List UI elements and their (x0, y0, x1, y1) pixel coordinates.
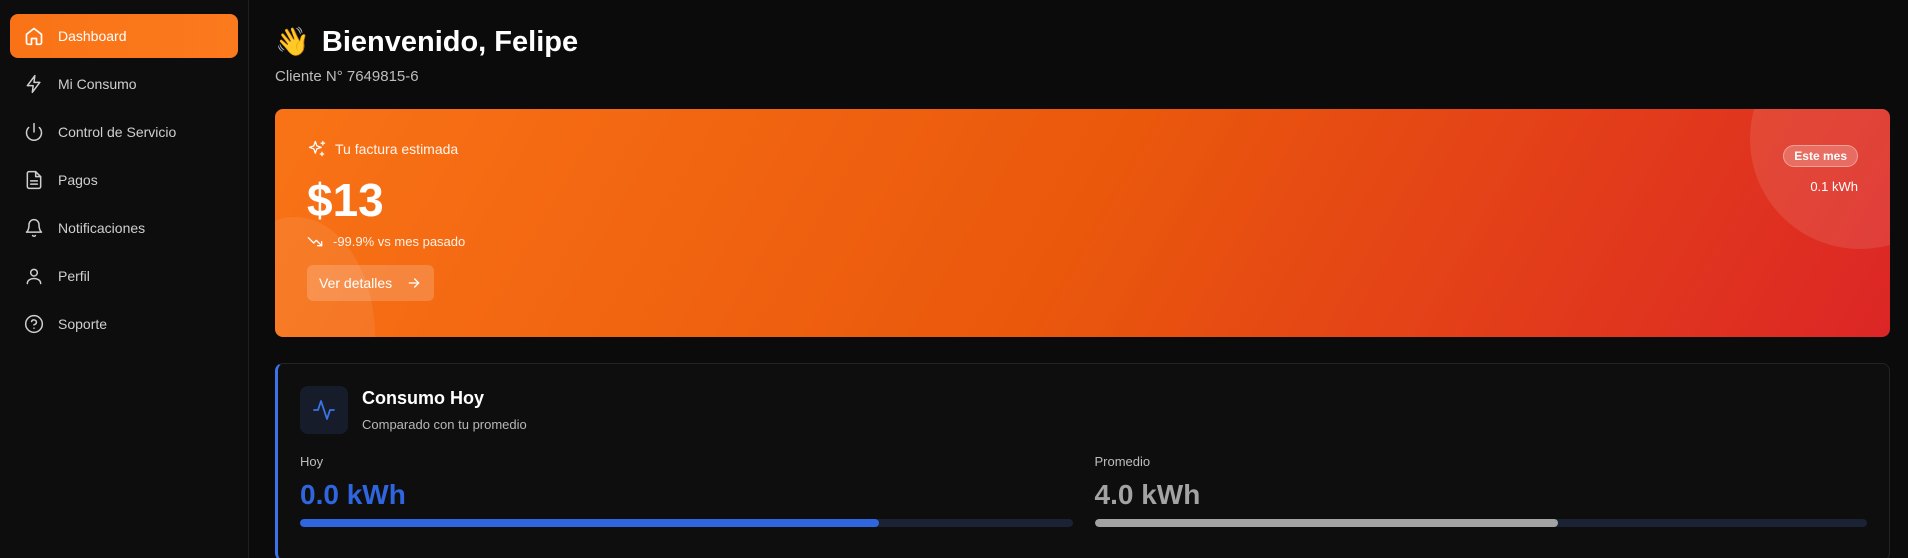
sidebar-item-label: Notificaciones (58, 220, 146, 236)
month-summary: Este mes 0.1 kWh (1783, 145, 1858, 194)
consumption-today-card: Consumo Hoy Comparado con tu promedio Ho… (275, 363, 1890, 558)
sidebar-item-notificaciones[interactable]: Notificaciones (10, 206, 238, 250)
sidebar-item-mi-consumo[interactable]: Mi Consumo (10, 62, 238, 106)
sidebar-item-pagos[interactable]: Pagos (10, 158, 238, 202)
sidebar: Dashboard Mi Consumo Control de Servicio… (0, 0, 249, 558)
sidebar-item-perfil[interactable]: Perfil (10, 254, 238, 298)
average-column: Promedio 4.0 kWh (1094, 454, 1867, 527)
user-icon (24, 266, 44, 286)
consumption-title: Consumo Hoy (362, 388, 485, 408)
main-content: 👋 Bienvenido, Felipe Cliente N° 7649815-… (249, 0, 1908, 558)
sidebar-item-label: Pagos (58, 172, 98, 188)
arrow-right-icon (408, 278, 420, 288)
sidebar-item-label: Soporte (58, 316, 108, 332)
month-kwh: 0.1 kWh (1810, 179, 1858, 194)
sidebar-item-label: Control de Servicio (58, 124, 177, 140)
bolt-icon (24, 74, 44, 94)
sidebar-item-label: Dashboard (58, 28, 127, 44)
client-number: Cliente N° 7649815-6 (275, 68, 419, 85)
sidebar-item-dashboard[interactable]: Dashboard (10, 14, 238, 58)
sidebar-item-control-servicio[interactable]: Control de Servicio (10, 110, 238, 154)
bill-change-text: -99.9% vs mes pasado (333, 233, 466, 249)
power-icon (24, 122, 44, 142)
today-bar-track (300, 519, 1073, 527)
view-details-button[interactable]: Ver detalles (307, 265, 435, 301)
average-bar-fill (1094, 519, 1558, 527)
today-label: Hoy (300, 454, 324, 469)
bill-label-text: Tu factura estimada (335, 141, 459, 157)
greeting: 👋 Bienvenido, Felipe (275, 22, 1890, 62)
bill-amount: $13 (307, 174, 384, 226)
sidebar-item-label: Perfil (58, 268, 90, 284)
average-bar-track (1094, 519, 1867, 527)
help-circle-icon (24, 314, 44, 334)
app-root: Dashboard Mi Consumo Control de Servicio… (0, 0, 1908, 558)
average-label: Promedio (1094, 454, 1151, 469)
view-details-label: Ver detalles (319, 275, 393, 291)
trending-down-icon (307, 237, 323, 247)
estimated-bill-card: Tu factura estimada $13 -99.9% vs mes pa… (275, 109, 1890, 337)
document-icon (24, 170, 44, 190)
bill-label: Tu factura estimada (307, 139, 1858, 159)
today-bar-fill (300, 519, 880, 527)
bell-icon (24, 218, 44, 238)
sidebar-item-label: Mi Consumo (58, 76, 137, 92)
bill-change: -99.9% vs mes pasado (307, 233, 1858, 249)
consumption-subtitle: Comparado con tu promedio (362, 417, 527, 432)
home-icon (24, 26, 44, 46)
consumption-columns: Hoy 0.0 kWh Promedio 4.0 kWh (300, 454, 1867, 527)
wave-icon: 👋 (275, 26, 310, 57)
month-badge: Este mes (1783, 145, 1858, 167)
today-value: 0.0 kWh (300, 479, 406, 510)
sidebar-item-soporte[interactable]: Soporte (10, 302, 238, 346)
consumption-header: Consumo Hoy Comparado con tu promedio (300, 386, 1867, 434)
average-value: 4.0 kWh (1094, 479, 1201, 510)
activity-icon (300, 386, 348, 434)
today-column: Hoy 0.0 kWh (300, 454, 1073, 527)
page-title: Bienvenido, Felipe (321, 25, 579, 58)
sparkles-icon (308, 140, 326, 157)
